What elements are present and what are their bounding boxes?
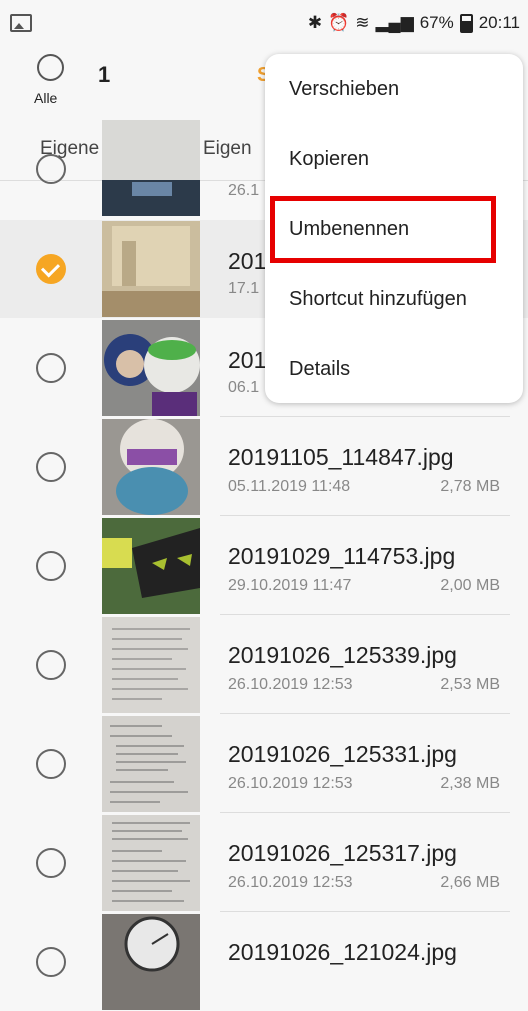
- file-size: 2,66 MB: [440, 874, 500, 891]
- item-checkbox[interactable]: [36, 848, 66, 878]
- file-date: 17.1: [228, 280, 260, 297]
- file-name: 20191026_125339.jpg: [228, 642, 457, 668]
- list-item[interactable]: 20191026_125339.jpg 26.10.2019 12:53 2,5…: [0, 616, 528, 714]
- thumbnail-image: [102, 518, 200, 614]
- menu-item-move[interactable]: Verschieben: [289, 78, 399, 101]
- thumbnail-image: [102, 617, 200, 713]
- highlight-box: [270, 196, 496, 263]
- thumbnail-image: [102, 320, 200, 416]
- file-date: 05.11.2019 11:48: [228, 478, 351, 495]
- status-bar: ✱ ⏰ ≋ ▂▄▆ 67% 20:11: [0, 0, 528, 46]
- list-item[interactable]: 20191026_121024.jpg: [0, 913, 528, 1011]
- file-date: 06.1: [228, 379, 260, 396]
- item-checkbox[interactable]: [36, 353, 66, 383]
- list-item[interactable]: 20191026_125317.jpg 26.10.2019 12:53 2,6…: [0, 814, 528, 912]
- divider: [220, 812, 510, 813]
- divider: [220, 515, 510, 516]
- file-date: 26.10.2019 12:53: [228, 775, 353, 792]
- gallery-notification-icon: [10, 14, 32, 32]
- divider: [220, 713, 510, 714]
- divider: [220, 614, 510, 615]
- file-size: 2,78 MB: [440, 478, 500, 495]
- select-all-label: Alle: [34, 90, 58, 106]
- file-name: 20191029_114753.jpg: [228, 543, 456, 569]
- file-size: 2,53 MB: [440, 676, 500, 693]
- list-item[interactable]: 20191105_114847.jpg 05.11.2019 11:48 2,7…: [0, 418, 528, 516]
- file-name: 20191026_125331.jpg: [228, 741, 457, 767]
- menu-item-details[interactable]: Details: [289, 358, 350, 381]
- file-date: 26.1: [228, 182, 260, 199]
- list-item[interactable]: 20191029_114753.jpg 29.10.2019 11:47 2,0…: [0, 517, 528, 615]
- file-name: 20191026_125317.jpg: [228, 840, 457, 866]
- item-checkbox[interactable]: [36, 749, 66, 779]
- file-name: 201: [228, 248, 267, 274]
- file-size: 2,00 MB: [440, 577, 500, 594]
- thumbnail-image: [102, 815, 200, 911]
- item-checkbox[interactable]: [36, 947, 66, 977]
- file-date: 29.10.2019 11:47: [228, 577, 352, 594]
- divider: [220, 911, 510, 912]
- file-size: 2,38 MB: [440, 775, 500, 792]
- file-date: 26.10.2019 12:53: [228, 676, 353, 693]
- file-name: 201: [228, 347, 267, 373]
- divider: [220, 416, 510, 417]
- file-name: 20191026_121024.jpg: [228, 939, 457, 965]
- battery-icon: [459, 13, 473, 33]
- wifi-icon: ≋: [355, 13, 370, 32]
- thumbnail-image: [102, 914, 200, 1010]
- menu-item-add-shortcut[interactable]: Shortcut hinzufügen: [289, 288, 467, 311]
- item-checkbox[interactable]: [36, 154, 66, 184]
- alarm-icon: ⏰: [328, 13, 350, 32]
- menu-item-copy[interactable]: Kopieren: [289, 148, 369, 171]
- file-date: 26.10.2019 12:53: [228, 874, 353, 891]
- thumbnail-image: [102, 221, 200, 317]
- select-all-checkbox[interactable]: [37, 54, 64, 81]
- item-checkbox-checked[interactable]: [36, 254, 66, 284]
- thumbnail-image: [102, 716, 200, 812]
- bluetooth-icon: ✱: [307, 13, 323, 32]
- signal-icon: ▂▄▆: [375, 13, 414, 32]
- list-item[interactable]: 20191026_125331.jpg 26.10.2019 12:53 2,3…: [0, 715, 528, 813]
- thumbnail-image: [102, 419, 200, 515]
- thumbnail-image: [102, 120, 200, 216]
- item-checkbox[interactable]: [36, 452, 66, 482]
- selected-count: 1: [98, 62, 111, 87]
- clock: 20:11: [478, 13, 520, 32]
- item-checkbox[interactable]: [36, 650, 66, 680]
- item-checkbox[interactable]: [36, 551, 66, 581]
- battery-percent: 67%: [419, 13, 454, 32]
- file-name: 20191105_114847.jpg: [228, 444, 454, 470]
